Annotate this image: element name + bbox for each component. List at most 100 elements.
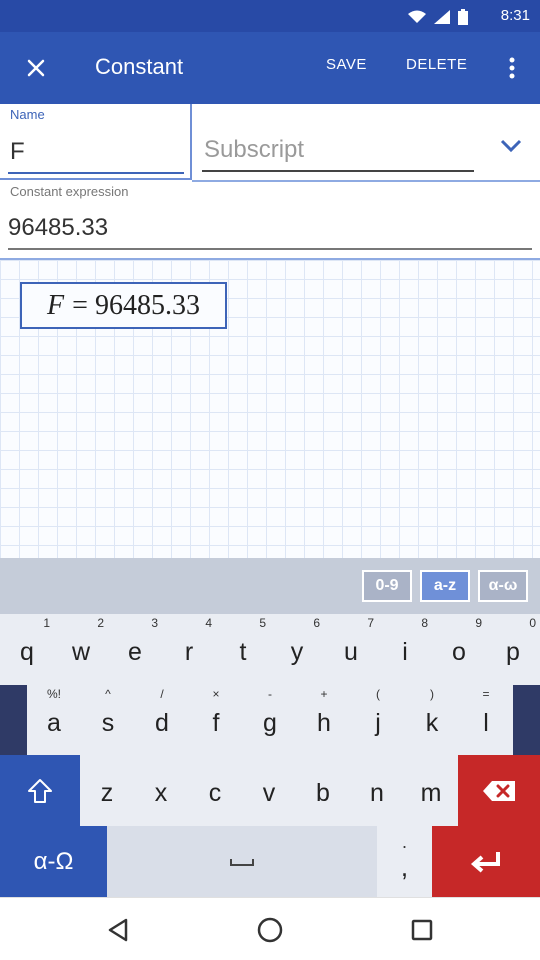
key-u[interactable]: 7u <box>324 614 378 685</box>
key-g[interactable]: -g <box>243 685 297 756</box>
expression-label: Constant expression <box>10 184 129 199</box>
key-label: j <box>375 709 381 737</box>
enter-icon <box>470 851 500 873</box>
shift-key[interactable] <box>0 755 80 826</box>
key-h[interactable]: + h <box>297 685 351 756</box>
key-label: f <box>212 709 220 737</box>
key-alt-label: ) <box>430 687 434 701</box>
key-alt-label: = <box>482 687 490 701</box>
key-alt-label: + <box>320 687 328 701</box>
nav-back-button[interactable] <box>102 914 134 946</box>
key-a[interactable]: %! a <box>27 685 81 756</box>
key-label: c <box>208 779 222 807</box>
close-icon <box>27 59 45 77</box>
key-label: , <box>400 852 409 882</box>
key-alt-label: 0 <box>529 616 536 630</box>
key-m[interactable]: m <box>404 755 458 826</box>
key-label: l <box>483 709 489 737</box>
expression-input[interactable] <box>8 208 532 250</box>
back-triangle-icon <box>108 918 128 942</box>
key-q[interactable]: 1q <box>0 614 54 685</box>
key-f[interactable]: × f <box>189 685 243 756</box>
app-bar: Constant SAVE DELETE <box>0 32 540 104</box>
key-v[interactable]: v <box>242 755 296 826</box>
key-alt-label: 3 <box>151 616 158 630</box>
status-time: 8:31 <box>500 7 530 24</box>
subscript-input[interactable] <box>202 130 474 172</box>
key-label: x <box>154 779 168 807</box>
key-label: o <box>452 638 466 666</box>
key-alt-label: 1 <box>43 616 50 630</box>
system-nav-bar <box>0 897 540 960</box>
key-alt-label: ^ <box>105 687 111 701</box>
status-icons <box>408 9 468 25</box>
space-key[interactable] <box>107 826 377 897</box>
chevron-down-icon <box>500 139 522 153</box>
key-c[interactable]: c <box>188 755 242 826</box>
name-input[interactable] <box>8 132 184 174</box>
key-alt-label: 6 <box>313 616 320 630</box>
key-y[interactable]: 6y <box>270 614 324 685</box>
home-circle-icon <box>257 917 283 943</box>
recents-square-icon <box>411 919 433 941</box>
key-b[interactable]: b <box>296 755 350 826</box>
greek-keyboard-key[interactable]: α-Ω <box>0 826 107 897</box>
close-button[interactable] <box>18 50 54 86</box>
key-alt-label: 4 <box>205 616 212 630</box>
key-n[interactable]: n <box>350 755 404 826</box>
overflow-menu-button[interactable] <box>500 50 524 86</box>
keyboard-row-3: z x c v b n m <box>0 755 540 826</box>
key-x[interactable]: x <box>134 755 188 826</box>
formula-canvas: F = 96485.33 <box>0 260 540 558</box>
key-alt-label: 7 <box>367 616 374 630</box>
key-i[interactable]: 8i <box>378 614 432 685</box>
backspace-key[interactable] <box>458 755 540 826</box>
more-vert-icon <box>509 57 515 79</box>
key-alt-label: - <box>268 687 272 701</box>
key-k[interactable]: ) k <box>405 685 459 756</box>
comma-key[interactable]: . , <box>377 826 432 897</box>
key-label: p <box>506 638 520 666</box>
key-j[interactable]: (j <box>351 685 405 756</box>
key-alt-label: 5 <box>259 616 266 630</box>
enter-key[interactable] <box>432 826 540 897</box>
formula-preview[interactable]: F = 96485.33 <box>20 282 227 329</box>
formula-value: = 96485.33 <box>72 289 200 321</box>
key-e[interactable]: 3e <box>108 614 162 685</box>
keyboard-row-2: %! a ^ s / d × f -g + h (j ) k = l <box>0 685 540 756</box>
keyboard-mode-bar: 0-9 a-z α-ω <box>0 558 540 614</box>
key-r[interactable]: 4r <box>162 614 216 685</box>
constant-form: Name Constant expression <box>0 104 540 260</box>
status-bar: 8:31 <box>0 0 540 32</box>
formula-variable: F <box>47 289 65 321</box>
key-d[interactable]: / d <box>135 685 189 756</box>
key-s[interactable]: ^ s <box>81 685 135 756</box>
nav-home-button[interactable] <box>254 914 286 946</box>
key-o[interactable]: 9o <box>432 614 486 685</box>
key-z[interactable]: z <box>80 755 134 826</box>
key-label: q <box>20 638 34 666</box>
backspace-icon <box>483 780 515 801</box>
mode-greek-button[interactable]: α-ω <box>478 570 528 602</box>
delete-button[interactable]: DELETE <box>406 56 467 73</box>
key-alt-label: 2 <box>97 616 104 630</box>
key-label: a <box>47 709 61 737</box>
key-t[interactable]: 5t <box>216 614 270 685</box>
subscript-dropdown-button[interactable] <box>496 134 526 158</box>
key-p[interactable]: 0p <box>486 614 540 685</box>
page-title: Constant <box>95 54 184 79</box>
key-l[interactable]: = l <box>459 685 513 756</box>
key-w[interactable]: 2w <box>54 614 108 685</box>
mode-latin-button[interactable]: a-z <box>420 570 470 602</box>
key-alt-label: ( <box>376 687 380 701</box>
key-label: t <box>239 638 247 666</box>
key-label: m <box>420 779 442 807</box>
mode-digits-button[interactable]: 0-9 <box>362 570 412 602</box>
name-label: Name <box>10 107 45 122</box>
key-label: z <box>100 779 114 807</box>
key-label: n <box>370 779 384 807</box>
key-label: k <box>425 709 439 737</box>
nav-recents-button[interactable] <box>406 914 438 946</box>
save-button[interactable]: SAVE <box>326 56 367 73</box>
signal-icon <box>434 10 450 24</box>
